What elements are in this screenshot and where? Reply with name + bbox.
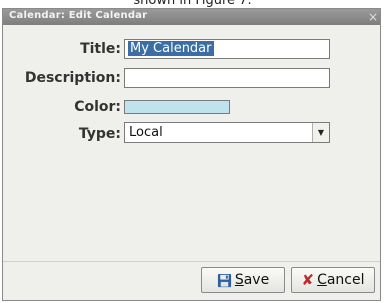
type-label: Type: — [78, 126, 121, 142]
dialog-titlebar[interactable]: Calendar: Edit Calendar × — [3, 9, 380, 25]
edit-calendar-dialog: Calendar: Edit Calendar × Title: My Cale… — [2, 8, 381, 301]
chevron-down-icon[interactable]: ▼ — [312, 123, 329, 142]
type-select[interactable]: Local ▼ — [124, 122, 330, 143]
floppy-disk-icon — [217, 273, 231, 287]
footer-divider — [3, 261, 380, 262]
title-field-value: My Calendar — [128, 41, 214, 56]
description-field[interactable] — [124, 68, 330, 88]
save-button[interactable]: Save — [201, 267, 285, 293]
description-label: Description: — [24, 70, 121, 86]
save-button-label: Save — [234, 272, 270, 288]
dialog-title: Calendar: Edit Calendar — [9, 10, 148, 21]
color-label: Color: — [74, 99, 121, 115]
type-select-value: Local — [129, 125, 163, 140]
title-field[interactable]: My Calendar — [124, 39, 330, 59]
cancel-button-label: Cancel — [317, 272, 365, 288]
title-label: Title: — [80, 41, 121, 57]
cancel-button[interactable]: ✘ Cancel — [291, 267, 375, 293]
close-icon[interactable]: × — [368, 9, 378, 25]
color-swatch[interactable] — [124, 100, 230, 114]
x-icon: ✘ — [301, 270, 315, 289]
document-caption: shown in Figure 7. — [133, 0, 252, 8]
